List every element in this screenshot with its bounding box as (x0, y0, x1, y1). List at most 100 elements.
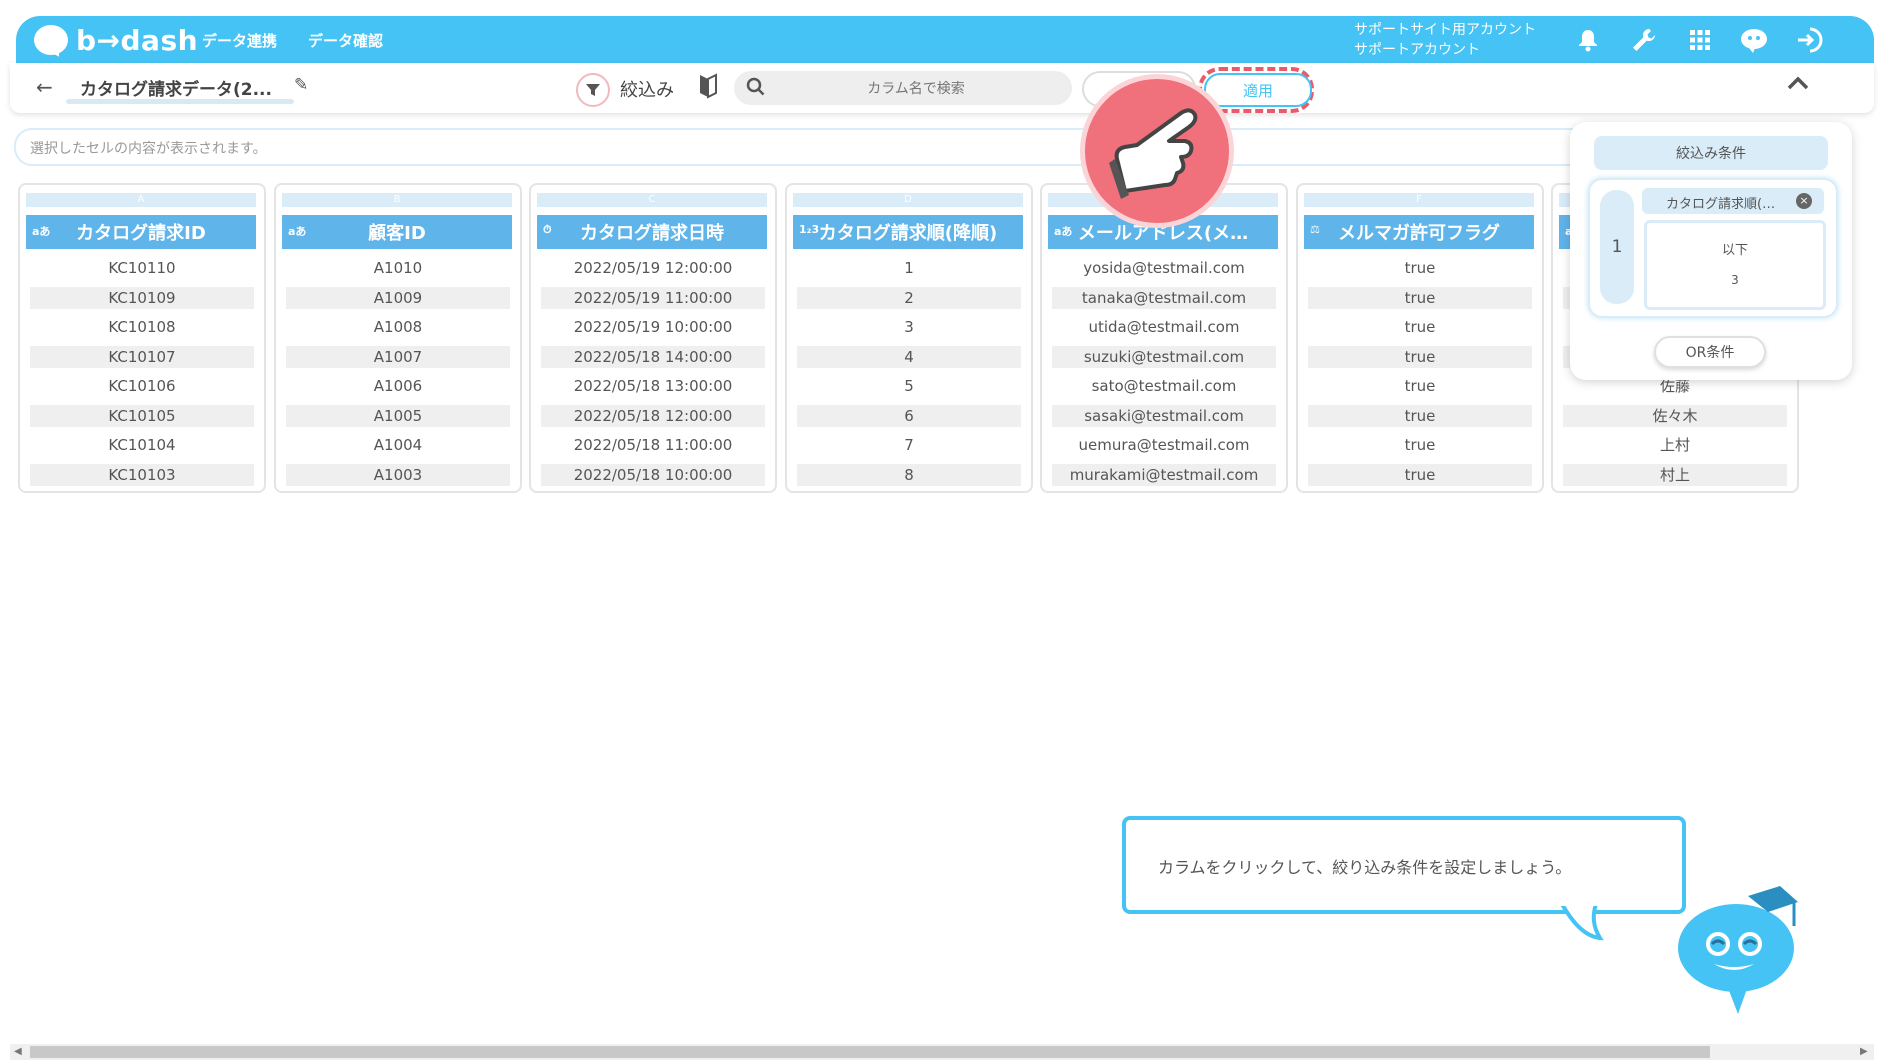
table-cell[interactable]: KC10108 (30, 316, 254, 338)
table-cell[interactable]: 3 (797, 316, 1021, 338)
table-cell[interactable]: A1006 (286, 375, 510, 397)
table-cell[interactable]: 2022/05/19 11:00:00 (541, 286, 765, 309)
table-cell[interactable]: KC10107 (30, 345, 254, 368)
dataset-title[interactable]: カタログ請求データ(2... (80, 75, 272, 100)
table-cell[interactable]: 2 (797, 286, 1021, 309)
table-cell[interactable]: sato@testmail.com (1052, 375, 1276, 397)
scrollbar-thumb[interactable] (30, 1046, 1710, 1058)
table-cell[interactable]: A1005 (286, 404, 510, 427)
table-cell[interactable]: A1010 (286, 257, 510, 279)
table-cell[interactable]: A1008 (286, 316, 510, 338)
table-cell[interactable]: 上村 (1563, 434, 1787, 456)
app-logo[interactable]: b→dash (34, 24, 198, 57)
table-cell[interactable]: 7 (797, 434, 1021, 456)
column-header[interactable]: ⚖ メルマガ許可フラグ (1304, 215, 1534, 249)
beginner-mark-icon[interactable] (698, 73, 718, 103)
column-header-label: カタログ請求日時 (580, 223, 724, 244)
bell-icon[interactable] (1572, 24, 1604, 56)
back-arrow-icon[interactable]: ← (36, 75, 53, 99)
table-cell[interactable]: 4 (797, 345, 1021, 368)
table-cell[interactable]: true (1308, 434, 1532, 456)
table-cell[interactable]: KC10103 (30, 463, 254, 486)
table-cell[interactable]: KC10110 (30, 257, 254, 279)
table-cell[interactable]: yosida@testmail.com (1052, 257, 1276, 279)
scroll-right-icon[interactable]: ▶ (1860, 1044, 1868, 1060)
pencil-icon[interactable]: ✎ (294, 75, 308, 95)
table-cell[interactable]: A1007 (286, 345, 510, 368)
table-cell[interactable]: true (1308, 286, 1532, 309)
table-cell[interactable]: 2022/05/18 12:00:00 (541, 404, 765, 427)
table-cell[interactable]: 村上 (1563, 463, 1787, 486)
apps-grid-icon[interactable] (1684, 24, 1716, 56)
table-cell[interactable]: true (1308, 257, 1532, 279)
filter-icon[interactable] (576, 73, 610, 107)
table-cell[interactable]: A1009 (286, 286, 510, 309)
column-header-label: メルマガ許可フラグ (1338, 223, 1500, 244)
table-cell[interactable]: KC10104 (30, 434, 254, 456)
column-header[interactable]: ⏱ カタログ請求日時 (537, 215, 767, 249)
table-cell[interactable]: 佐々木 (1563, 404, 1787, 427)
column-type-icon: ⏱ (543, 223, 552, 236)
nav-data-check[interactable]: データ確認 (308, 30, 383, 51)
table-cell[interactable]: true (1308, 404, 1532, 427)
column-search (734, 71, 1072, 105)
search-input[interactable] (774, 77, 1058, 101)
data-column[interactable]: Baあ 顧客ID A1010 A1009 A1008 A1007 A1006 A1005 A10… (274, 183, 522, 493)
table-cell[interactable]: 8 (797, 463, 1021, 486)
table-cell[interactable]: murakami@testmail.com (1052, 463, 1276, 486)
table-cell[interactable]: uemura@testmail.com (1052, 434, 1276, 456)
condition-group: 1 カタログ請求順(… × 以下 3 (1588, 178, 1838, 318)
or-condition-button[interactable]: OR条件 (1654, 336, 1766, 368)
account-info[interactable]: サポートサイト用アカウント サポートアカウント (1354, 20, 1536, 60)
condition-box[interactable]: 以下 3 (1644, 220, 1826, 310)
nav-data-integration[interactable]: データ連携 (202, 30, 277, 51)
table-cell[interactable]: 1 (797, 257, 1021, 279)
table-cell[interactable]: true (1308, 316, 1532, 338)
table-cell[interactable]: utida@testmail.com (1052, 316, 1276, 338)
data-column[interactable]: Aaあ カタログ請求ID KC10110 KC10109 KC10108 KC10107 K… (18, 183, 266, 493)
table-cell[interactable]: 2022/05/19 12:00:00 (541, 257, 765, 279)
title-underline (66, 99, 294, 104)
logout-icon[interactable] (1794, 24, 1826, 56)
table-cell[interactable]: 2022/05/19 10:00:00 (541, 316, 765, 338)
data-column[interactable]: C ⏱ カタログ請求日時 2022/05/19 12:00:00 2022/05/19 … (529, 183, 777, 493)
condition-operator[interactable]: 以下 (1647, 239, 1823, 258)
horizontal-scrollbar[interactable]: ◀ ▶ (10, 1044, 1874, 1060)
column-header[interactable]: aあ 顧客ID (282, 215, 512, 249)
table-cell[interactable]: A1004 (286, 434, 510, 456)
table-cell[interactable]: 6 (797, 404, 1021, 427)
table-cell[interactable]: 2022/05/18 10:00:00 (541, 463, 765, 486)
condition-column-chip[interactable]: カタログ請求順(… × (1642, 188, 1824, 214)
logo-bubble-icon (34, 25, 68, 55)
table-cell[interactable]: tanaka@testmail.com (1052, 286, 1276, 309)
close-icon[interactable]: × (1796, 193, 1812, 209)
column-type-icon: aあ (288, 225, 307, 238)
column-header[interactable]: aあ カタログ請求ID (26, 215, 256, 249)
column-letter: A (26, 193, 256, 207)
table-cell[interactable]: A1003 (286, 463, 510, 486)
search-icon (746, 77, 766, 101)
column-header[interactable]: 1₂3 カタログ請求順(降順) (793, 215, 1023, 249)
table-cell[interactable]: sasaki@testmail.com (1052, 404, 1276, 427)
data-column[interactable]: D 1₂3 カタログ請求順(降順) 1 2 3 4 5 6 7 8 (785, 183, 1033, 493)
table-cell[interactable]: 2022/05/18 14:00:00 (541, 345, 765, 368)
filter-label[interactable]: 絞込み (620, 76, 674, 102)
table-cell[interactable]: KC10106 (30, 375, 254, 397)
data-column[interactable]: Eaあメールアドレス(メ…yosida@testmail.comtanaka@t… (1040, 183, 1288, 493)
table-cell[interactable]: true (1308, 463, 1532, 486)
table-cell[interactable]: KC10109 (30, 286, 254, 309)
condition-value[interactable]: 3 (1647, 273, 1823, 287)
support-mascot-icon[interactable] (1738, 24, 1770, 56)
scroll-left-icon[interactable]: ◀ (14, 1044, 22, 1060)
chevron-up-icon[interactable] (1786, 75, 1810, 95)
table-cell[interactable]: KC10105 (30, 404, 254, 427)
data-column[interactable]: F ⚖ メルマガ許可フラグ true true true true true true true t… (1296, 183, 1544, 493)
table-cell[interactable]: 5 (797, 375, 1021, 397)
table-cell[interactable]: 2022/05/18 11:00:00 (541, 434, 765, 456)
wrench-icon[interactable] (1628, 24, 1660, 56)
table-cell[interactable]: true (1308, 375, 1532, 397)
table-cell[interactable]: suzuki@testmail.com (1052, 345, 1276, 368)
table-cell[interactable]: true (1308, 345, 1532, 368)
table-cell[interactable]: 2022/05/18 13:00:00 (541, 375, 765, 397)
column-header-label: カタログ請求ID (76, 223, 206, 244)
